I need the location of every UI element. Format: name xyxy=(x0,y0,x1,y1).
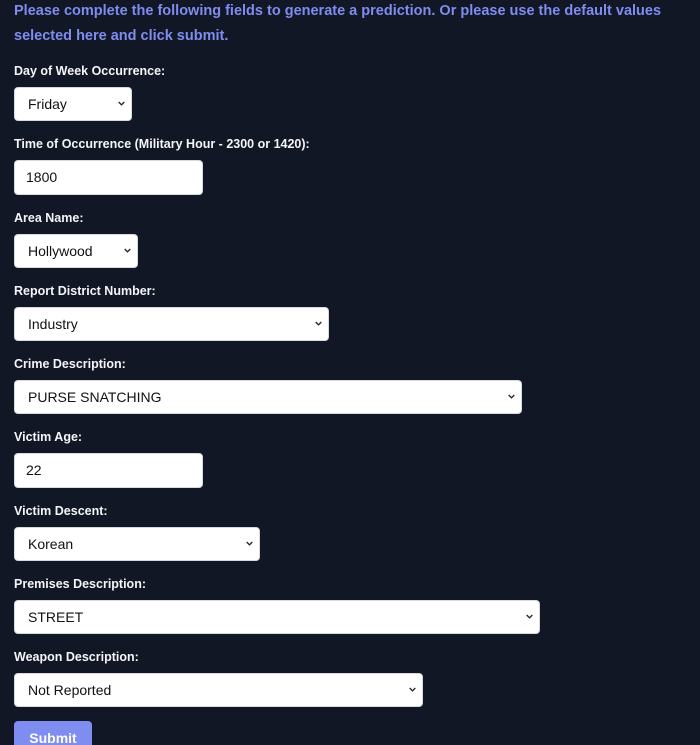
day-of-week-select[interactable]: Friday xyxy=(14,87,132,121)
report-district-label: Report District Number: xyxy=(14,284,156,298)
chevron-down-icon xyxy=(409,686,416,693)
day-of-week-selected-value: Friday xyxy=(28,96,67,112)
chevron-down-icon xyxy=(118,100,125,107)
chevron-down-icon xyxy=(246,540,253,547)
crime-description-selected-value: PURSE SNATCHING xyxy=(28,389,162,405)
chevron-down-icon xyxy=(124,247,131,254)
report-district-selected-value: Industry xyxy=(28,316,78,332)
time-of-occurrence-label: Time of Occurrence (Military Hour - 2300… xyxy=(14,137,310,151)
chevron-down-icon xyxy=(508,393,515,400)
form-instructions: Please complete the following fields to … xyxy=(14,3,662,44)
submit-button[interactable]: Submit xyxy=(14,721,92,745)
premises-description-label: Premises Description: xyxy=(14,577,146,591)
victim-age-value: 22 xyxy=(26,462,42,478)
prediction-form-page: Please complete the following fields to … xyxy=(0,0,700,745)
report-district-select[interactable]: Industry xyxy=(14,307,329,341)
premises-description-selected-value: STREET xyxy=(28,609,84,625)
area-name-label: Area Name: xyxy=(14,211,84,225)
weapon-description-label: Weapon Description: xyxy=(14,650,139,664)
day-of-week-label: Day of Week Occurrence: xyxy=(14,64,166,78)
chevron-down-icon xyxy=(526,613,533,620)
crime-description-label: Crime Description: xyxy=(14,357,126,371)
weapon-description-selected-value: Not Reported xyxy=(28,682,112,698)
victim-descent-select[interactable]: Korean xyxy=(14,527,260,561)
victim-descent-label: Victim Descent: xyxy=(14,504,108,518)
victim-descent-selected-value: Korean xyxy=(28,536,74,552)
time-of-occurrence-input[interactable]: 1800 xyxy=(14,160,203,195)
premises-description-select[interactable]: STREET xyxy=(14,600,540,634)
victim-age-label: Victim Age: xyxy=(14,430,83,444)
area-name-select[interactable]: Hollywood xyxy=(14,234,138,268)
area-name-selected-value: Hollywood xyxy=(28,243,93,259)
crime-description-select[interactable]: PURSE SNATCHING xyxy=(14,380,522,414)
time-of-occurrence-value: 1800 xyxy=(26,169,58,185)
chevron-down-icon xyxy=(315,320,322,327)
weapon-description-select[interactable]: Not Reported xyxy=(14,673,423,707)
victim-age-input[interactable]: 22 xyxy=(14,453,203,488)
